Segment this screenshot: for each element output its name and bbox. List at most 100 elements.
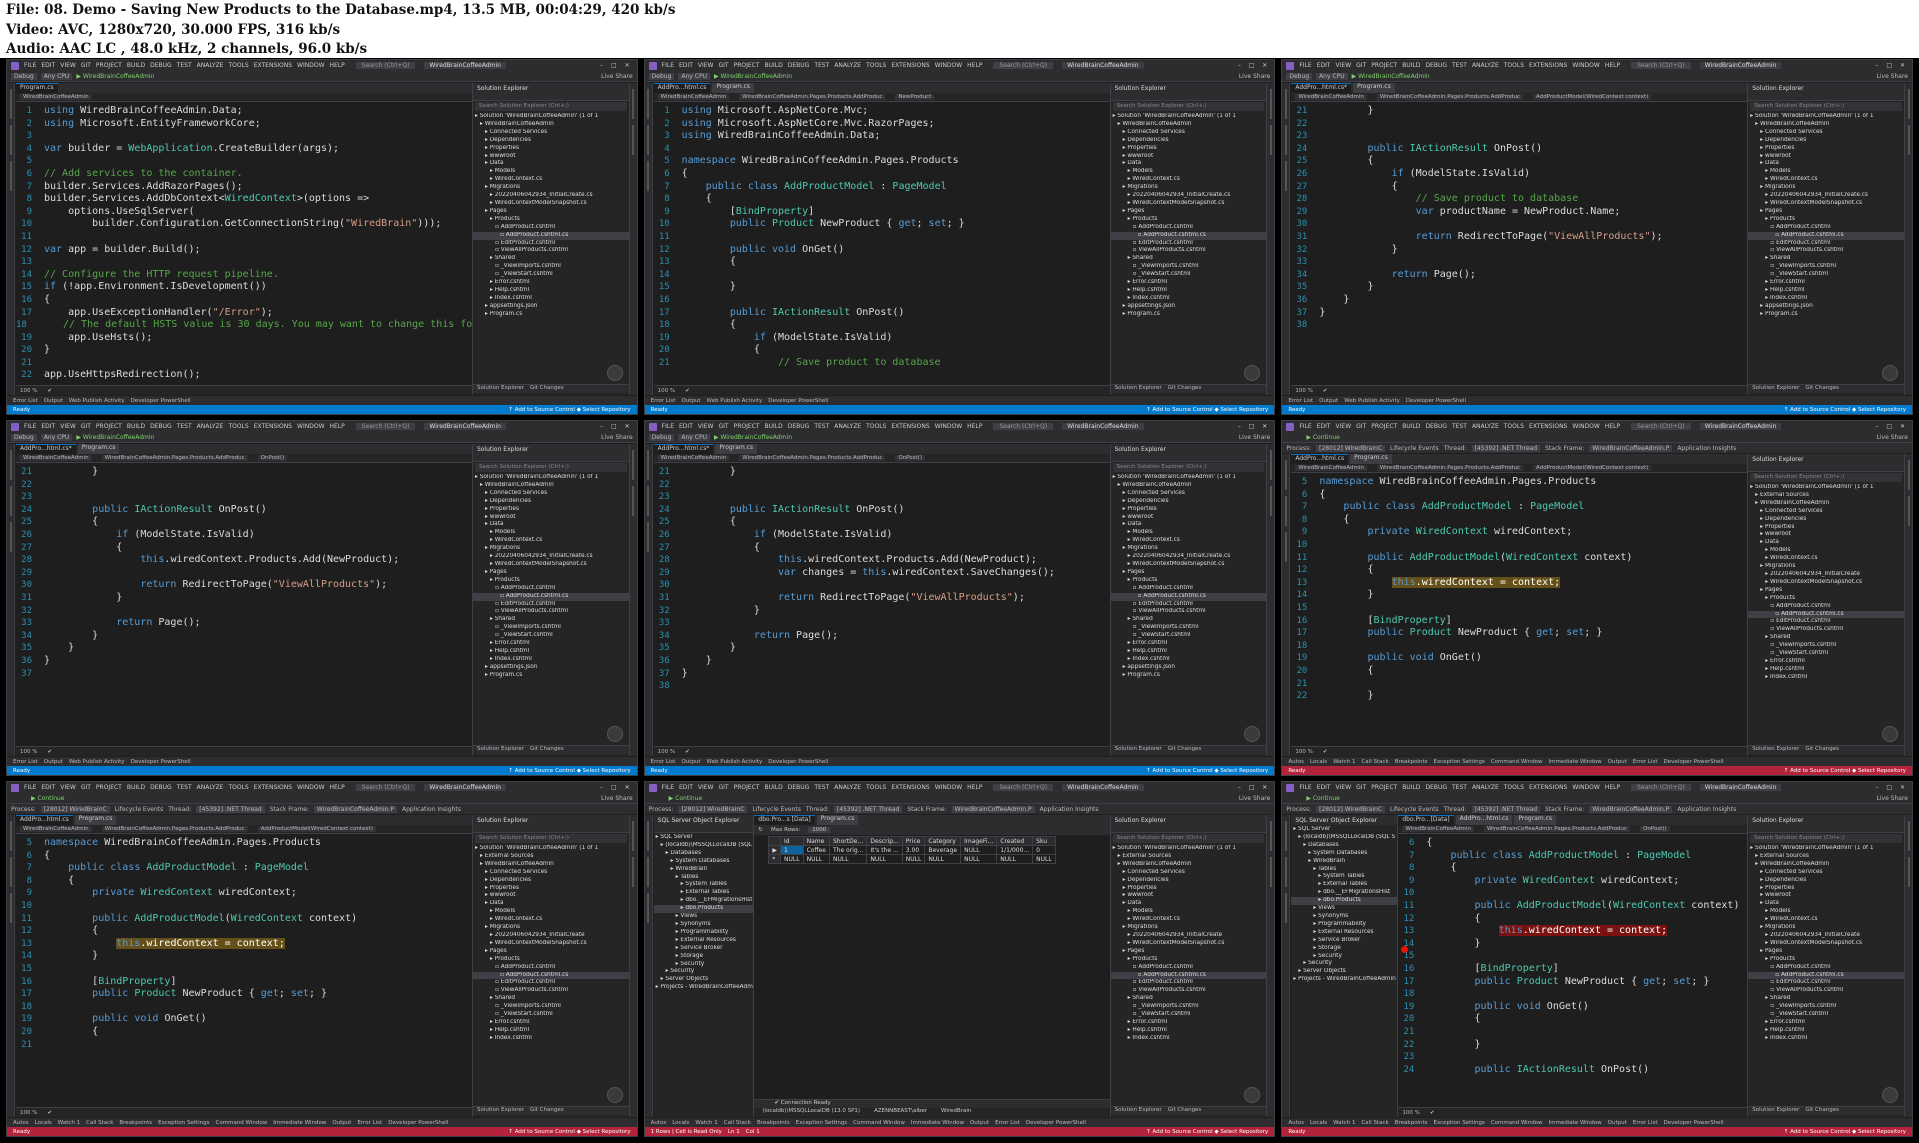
column-header[interactable]: ShortDe... <box>828 836 868 846</box>
solution-tree-node[interactable]: ▸ Shared <box>1748 634 1904 642</box>
table-cell[interactable]: 3.00 <box>901 845 926 855</box>
tool-window-tab[interactable]: Output <box>1319 398 1338 404</box>
tool-window-tab[interactable]: Watch 1 <box>58 1120 80 1126</box>
table-cell[interactable]: NULL <box>960 854 998 864</box>
menu-item[interactable]: EXTENSIONS <box>891 62 929 69</box>
tool-window-tab[interactable]: Error List <box>651 398 676 404</box>
tool-window-tab[interactable]: Developer PowerShell <box>1664 1120 1724 1126</box>
menu-item[interactable]: PROJECT <box>96 62 122 69</box>
toolbox-tab[interactable] <box>1284 496 1287 526</box>
solution-tree-node[interactable]: ▸ 20220406042934_InitialCreate <box>473 932 629 940</box>
run-button[interactable]: ▶ Continue <box>1306 434 1340 441</box>
search-input[interactable]: Search (Ctrl+Q) <box>993 62 1054 69</box>
menu-item[interactable]: PROJECT <box>734 423 760 430</box>
solution-tree-node[interactable]: ▸ WiredContextModelSnapshot.cs <box>473 200 629 208</box>
properties-tab[interactable] <box>632 486 635 516</box>
process-select[interactable]: [28012] WiredBrainC <box>1316 444 1386 452</box>
column-header[interactable]: Category <box>924 836 962 846</box>
sql-tree-node[interactable]: ▸ Server Objects <box>1291 968 1397 976</box>
toolbox-tab[interactable] <box>647 125 650 155</box>
solution-tree-node[interactable]: ▫ AddProduct.cshtml <box>1748 224 1904 232</box>
sql-tree-node[interactable]: ▸ Databases <box>654 850 754 858</box>
select-repository-button[interactable]: ◆ Select Repository <box>1214 768 1268 774</box>
menu-item[interactable]: TOOLS <box>228 423 248 430</box>
server-explorer-tab[interactable] <box>9 821 12 851</box>
solution-tree-node[interactable]: ▸ Properties <box>473 506 629 514</box>
run-button[interactable]: ▶ Continue <box>669 795 703 802</box>
menu-item[interactable]: BUILD <box>1402 784 1420 791</box>
menu-item[interactable]: TOOLS <box>1504 423 1524 430</box>
solution-tree-node[interactable]: ▸ WiredContextModelSnapshot.cs <box>1748 200 1904 208</box>
solution-tree-node[interactable]: ▸ Properties <box>1111 885 1267 893</box>
stack-frame-select[interactable]: WiredBrainCoffeeAdmin.P <box>951 805 1035 813</box>
tool-window-tab[interactable]: Developer PowerShell <box>131 759 191 765</box>
sql-explorer-tab[interactable] <box>9 161 12 191</box>
tool-window-tab[interactable]: Breakpoints <box>1395 1120 1428 1126</box>
zoom-level[interactable]: 100 % <box>20 749 37 755</box>
sql-explorer-tab[interactable] <box>647 161 650 191</box>
nav-dropdown[interactable]: WiredBrainCoffeeAdmin <box>20 455 92 461</box>
solution-tree-node[interactable]: ▸ appsettings.json <box>473 664 629 672</box>
panel-tab[interactable]: Solution Explorer <box>1115 385 1162 393</box>
menu-item[interactable]: TOOLS <box>228 62 248 69</box>
add-source-control-button[interactable]: ↑ Add to Source Control <box>1784 768 1852 774</box>
solution-tree-node[interactable]: ▸ Solution 'WiredBrainCoffeeAdmin' (1 of… <box>1748 845 1904 853</box>
code-area[interactable]: 21 } 22 23 24 public IActionResult OnPost()… <box>654 463 1110 746</box>
solution-tree-node[interactable]: ▸ WiredContext.cs <box>1748 555 1904 563</box>
cpu-select[interactable]: Any CPU <box>40 72 73 80</box>
thread-select[interactable]: [45392] .NET Thread <box>833 805 903 813</box>
live-share-button[interactable]: Live Share <box>601 795 632 802</box>
solution-tree-node[interactable]: ▫ AddProduct.cshtml <box>1111 224 1267 232</box>
tool-window-tab[interactable]: Call Stack <box>1361 1120 1388 1126</box>
solution-tree-node[interactable]: ▫ EditProduct.cshtml <box>1748 240 1904 248</box>
toolbox-tab[interactable] <box>647 486 650 516</box>
sql-tree-node[interactable]: ▸ Synonyms <box>654 921 754 929</box>
menu-item[interactable]: EXTENSIONS <box>254 62 292 69</box>
menu-item[interactable]: EXTENSIONS <box>1529 423 1567 430</box>
search-input[interactable]: Search (Ctrl+Q) <box>1631 62 1691 69</box>
live-share-bubble-icon[interactable] <box>606 1087 623 1103</box>
menu-item[interactable]: EXTENSIONS <box>1529 62 1567 69</box>
solution-search-input[interactable]: Search Solution Explorer (Ctrl+;) <box>1112 463 1265 472</box>
column-header[interactable]: Name <box>802 836 830 846</box>
tool-window-tab[interactable]: Developer PowerShell <box>768 759 828 765</box>
table-cell[interactable]: NULL <box>996 854 1034 864</box>
solution-tree-node[interactable]: ▸ Index.cshtml <box>1111 295 1267 303</box>
toolbox-tab[interactable] <box>647 857 650 887</box>
solution-tree-node[interactable]: ▸ Data <box>1111 160 1267 168</box>
code-area[interactable]: 6{7 public class AddProductModel : PageM… <box>1398 834 1747 1107</box>
solution-tree-node[interactable]: ▸ wwwroot <box>473 892 629 900</box>
solution-tree-node[interactable]: ▸ Dependencies <box>473 877 629 885</box>
menu-item[interactable]: TOOLS <box>1504 784 1524 791</box>
solution-tree-node[interactable]: ▸ Migrations <box>1111 924 1267 932</box>
menu-item[interactable]: DEBUG <box>788 423 810 430</box>
table-cell[interactable]: NULL <box>802 854 830 864</box>
select-repository-button[interactable]: ◆ Select Repository <box>577 1129 631 1135</box>
zoom-level[interactable]: 100 % <box>1295 388 1312 394</box>
menu-item[interactable]: ANALYZE <box>1472 62 1499 69</box>
solution-tree-node[interactable]: ▸ Error.cshtml <box>1111 1019 1267 1027</box>
tool-window-tab[interactable]: Locals <box>1310 759 1327 765</box>
live-share-bubble-icon[interactable] <box>1244 1087 1261 1103</box>
menu-item[interactable]: BUILD <box>127 423 145 430</box>
solution-tree-node[interactable]: ▸ WiredContext.cs <box>1748 176 1904 184</box>
menu-item[interactable]: BUILD <box>765 423 783 430</box>
select-repository-button[interactable]: ◆ Select Repository <box>1852 407 1906 413</box>
menu-item[interactable]: PROJECT <box>96 423 122 430</box>
solution-tree-node[interactable]: ▫ _ViewImports.cshtml <box>1111 624 1267 632</box>
menu-item[interactable]: BUILD <box>765 62 783 69</box>
tool-window-tab[interactable]: Error List <box>651 759 676 765</box>
sql-tree-node[interactable]: ▸ System Databases <box>1291 850 1397 858</box>
solution-tree-node[interactable]: ▸ Data <box>1111 521 1267 529</box>
nav-dropdown[interactable]: WiredBrainCoffeeAdmin <box>20 94 92 100</box>
solution-tree-node[interactable]: ▸ Properties <box>1748 145 1904 153</box>
sql-tree-node[interactable]: ▸ Projects - WiredBrainCoffeeAdmin <box>654 984 754 992</box>
solution-tree-node[interactable]: ▫ _ViewImports.cshtml <box>1748 642 1904 650</box>
solution-search-input[interactable]: Search Solution Explorer (Ctrl+;) <box>474 834 627 843</box>
solution-tree-node[interactable]: ▸ wwwroot <box>1111 153 1267 161</box>
editor-tab[interactable]: Program.cs <box>816 815 859 825</box>
editor-tab[interactable]: AddPro...html.cs* <box>16 444 76 454</box>
tool-window-tab[interactable]: Autos <box>651 1120 667 1126</box>
editor-tab[interactable]: AddPro...html.cs <box>16 815 73 825</box>
solution-tree-node[interactable]: ▸ Dependencies <box>1111 877 1267 885</box>
